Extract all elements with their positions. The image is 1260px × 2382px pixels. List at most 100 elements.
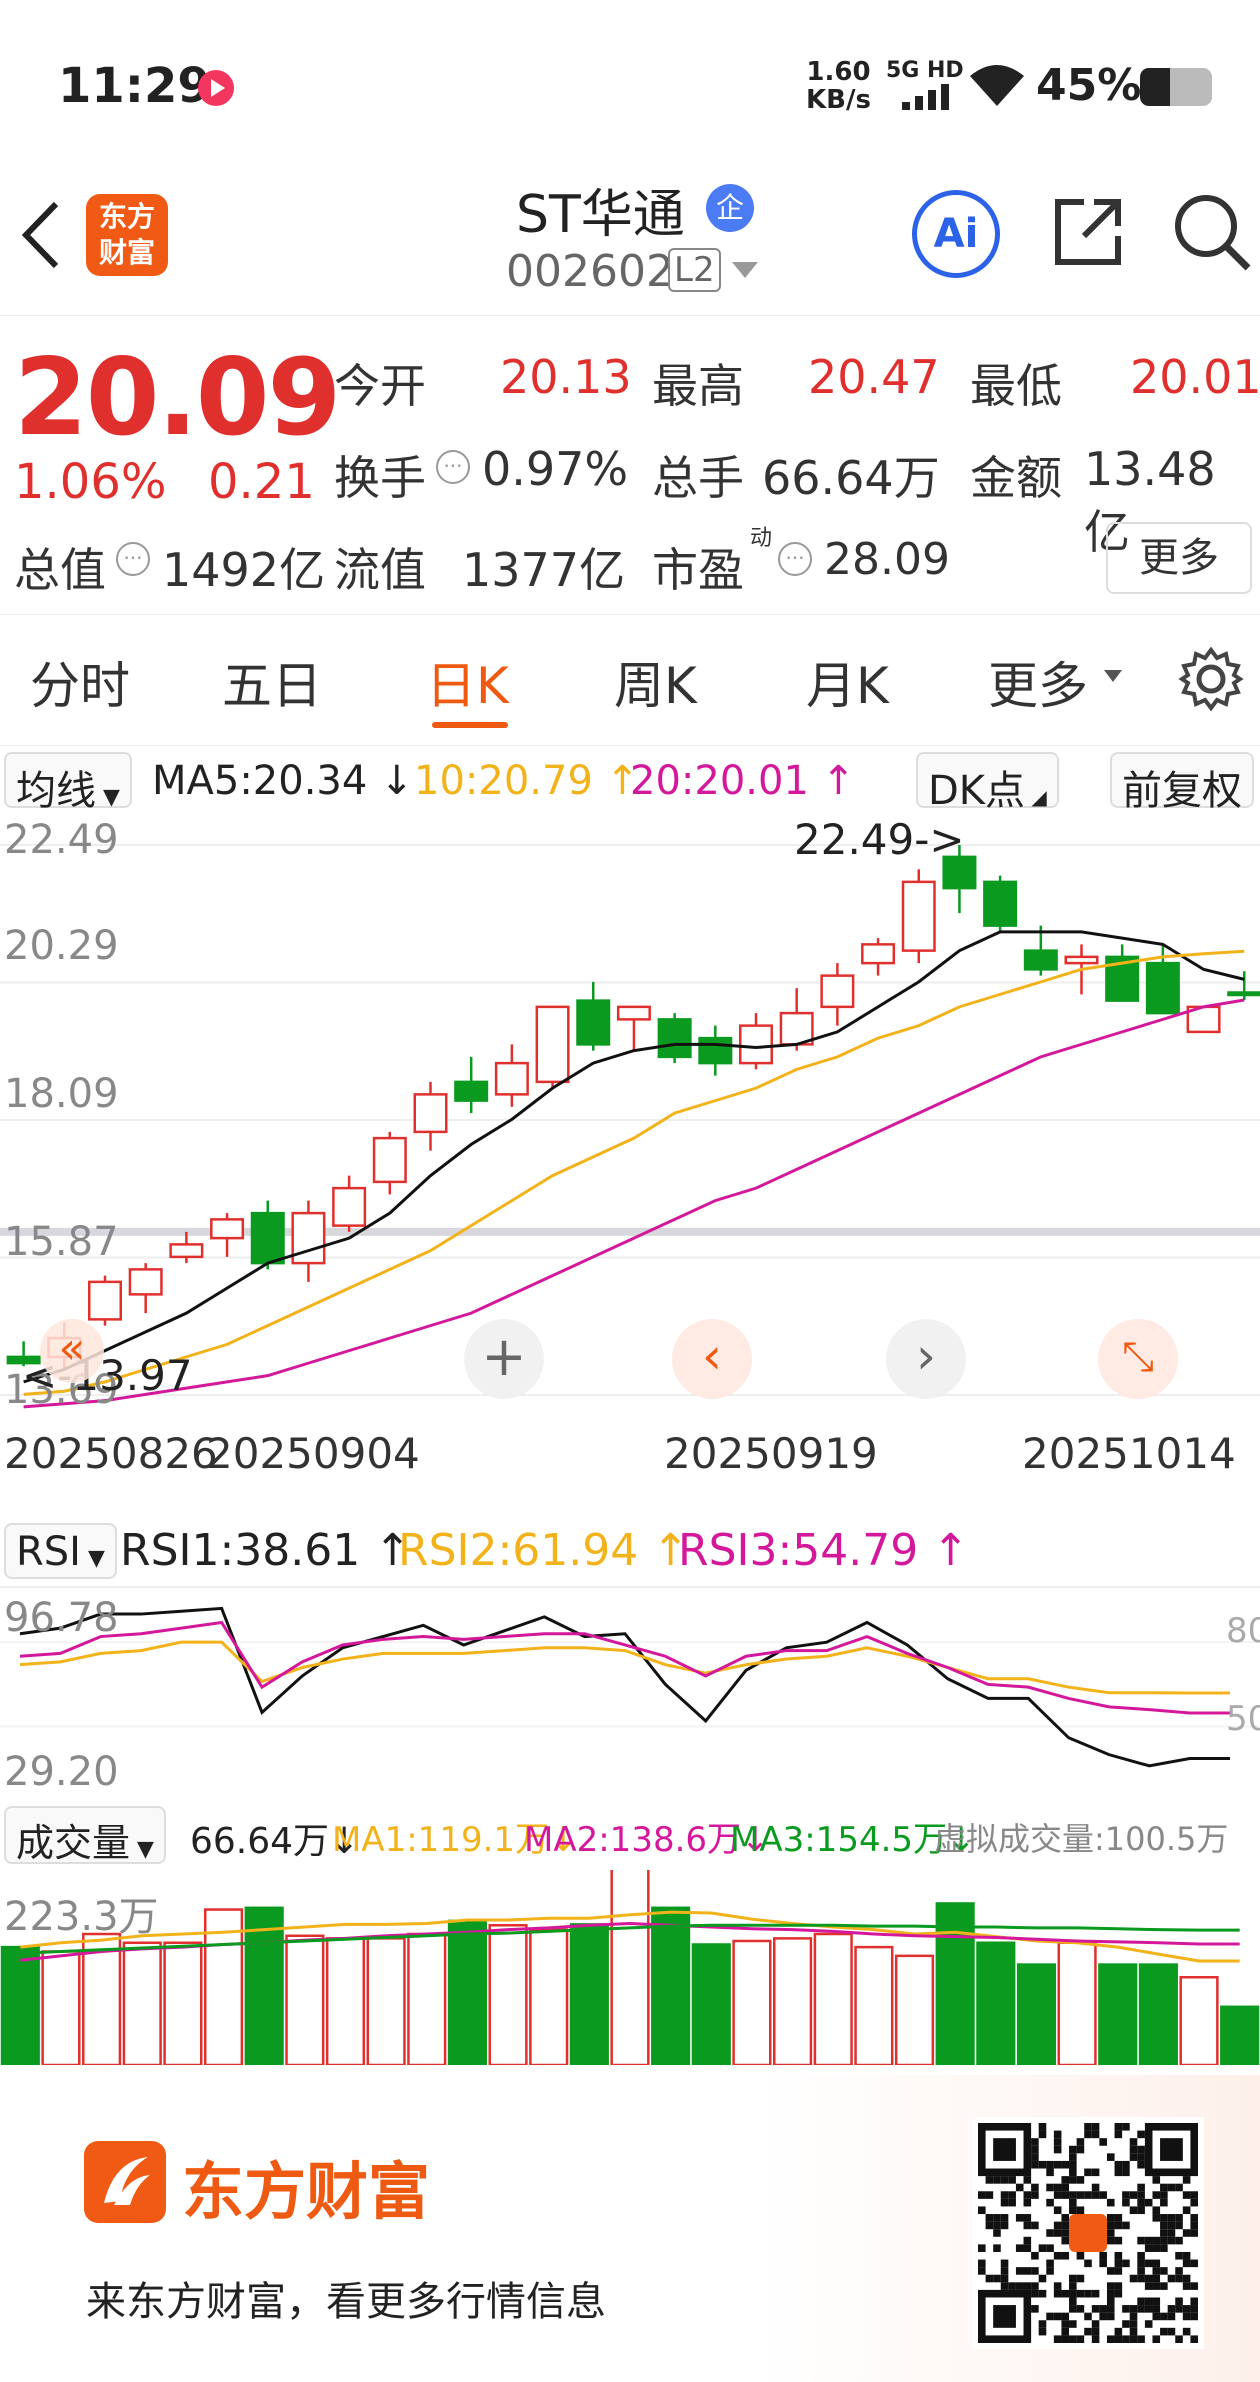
low-label: 最低: [970, 359, 1062, 413]
qr-module: [1152, 2259, 1161, 2268]
quote-panel: 20.09 1.06% 0.21 今开 20.13 最高 20.47 最低 20…: [0, 315, 1260, 615]
back-arrow-icon[interactable]: [18, 200, 62, 270]
candle-body: [983, 880, 1018, 927]
chevron-down-icon[interactable]: [732, 262, 758, 278]
volume-chart[interactable]: 223.3万: [0, 1867, 1260, 2067]
qr-module: [1084, 2168, 1092, 2177]
qr-module: [1137, 2183, 1145, 2192]
qr-module: [1129, 2305, 1138, 2313]
qr-module: [1137, 2259, 1145, 2268]
ma-line-MA5: [23, 930, 1245, 1384]
qr-module: [1053, 2183, 1062, 2192]
rsi-legend: RSI ▼ RSI1:38.61 ↑ RSI2:61.94 ↑ RSI3:54.…: [0, 1515, 1260, 1585]
rsi-ref-80: 80: [1226, 1611, 1260, 1651]
qr-module: [1182, 2229, 1191, 2237]
qr-module: [1046, 2312, 1054, 2321]
qr-module: [1137, 2305, 1145, 2313]
date-label: 20250919: [664, 1429, 878, 1478]
indicator-selector[interactable]: 均线 ▼: [4, 752, 132, 814]
level2-badge[interactable]: L2: [668, 248, 721, 292]
qr-module: [1069, 2206, 1077, 2215]
gear-icon[interactable]: [1178, 646, 1244, 712]
app-logo[interactable]: 东方 财富: [86, 194, 168, 276]
qr-module: [1114, 2168, 1123, 2177]
qr-module: [985, 2214, 994, 2222]
qr-module: [1023, 2176, 1032, 2184]
tab-intraday[interactable]: 分时: [30, 646, 130, 718]
ma5-value: MA5:20.34: [152, 758, 368, 804]
zoom-in-button[interactable]: +: [464, 1319, 544, 1399]
candle-body: [250, 1211, 285, 1265]
qr-module: [1144, 2244, 1153, 2252]
promo-footer: 东方财富 来东方财富，看更多行情信息: [0, 2075, 1260, 2382]
scroll-left-button[interactable]: ‹: [672, 1319, 752, 1399]
scroll-right-button[interactable]: ›: [886, 1319, 966, 1399]
search-icon[interactable]: [1172, 192, 1252, 272]
kline-chart[interactable]: 22.49 20.29 18.09 15.87 13.69 22.49-> <-…: [0, 815, 1260, 1415]
tab-more[interactable]: 更多: [988, 646, 1088, 718]
qr-module: [1137, 2206, 1145, 2215]
rsi-chart[interactable]: 96.78 29.20 80 50: [0, 1585, 1260, 1795]
more-button[interactable]: 更多: [1106, 522, 1252, 594]
volume-ma1: MA1:119.1万: [332, 1820, 550, 1860]
chevron-down-icon[interactable]: [1104, 670, 1122, 682]
qr-module: [1046, 2198, 1054, 2207]
info-icon[interactable]: ···: [436, 450, 470, 484]
qr-module: [1053, 2221, 1062, 2230]
kline-svg: [0, 844, 1260, 1409]
rsi-selector[interactable]: RSI ▼: [4, 1523, 117, 1579]
share-icon[interactable]: [1050, 194, 1126, 270]
date-label: 20250826: [4, 1429, 218, 1478]
qr-module: [1160, 2267, 1168, 2275]
qr-module: [985, 2191, 994, 2199]
high-label: 最高: [652, 359, 744, 413]
volume-bar: [1057, 1941, 1097, 2067]
qr-module: [1182, 2176, 1191, 2184]
qr-module: [1106, 2305, 1115, 2313]
signal-icon: [902, 82, 952, 110]
change-amount: 0.21: [208, 454, 315, 510]
qr-module: [1114, 2335, 1123, 2343]
qr-module: [985, 2176, 994, 2184]
qr-module: [1023, 2191, 1032, 2199]
brand-logo-icon: [84, 2141, 166, 2223]
ai-assistant-button[interactable]: Ai: [912, 190, 1000, 278]
candle-body: [616, 1005, 651, 1021]
volume-bar: [163, 1941, 203, 2067]
qr-code[interactable]: [972, 2117, 1204, 2349]
info-icon[interactable]: ···: [778, 542, 812, 576]
qr-module: [1076, 2335, 1085, 2343]
qr-module: [1190, 2312, 1198, 2321]
dk-point-button[interactable]: DK点 ◢: [916, 752, 1059, 814]
volume-bar: [0, 1945, 40, 2067]
qr-module: [1182, 2312, 1191, 2321]
tab-daily-k[interactable]: 日K: [426, 646, 509, 718]
tab-weekly-k[interactable]: 周K: [614, 646, 697, 718]
qr-module: [1008, 2282, 1016, 2290]
tab-five-day[interactable]: 五日: [222, 646, 322, 718]
qr-module: [1175, 2221, 1183, 2230]
qr-module: [1000, 2198, 1009, 2207]
qr-module: [1114, 2282, 1123, 2290]
qr-module: [1167, 2221, 1176, 2230]
stock-name: ST华通: [516, 185, 685, 245]
volume-selector[interactable]: 成交量 ▼: [4, 1806, 166, 1865]
qr-module: [1091, 2335, 1100, 2343]
qr-module: [1137, 2145, 1145, 2154]
qr-module: [1038, 2274, 1047, 2283]
volume-bar: [285, 1934, 325, 2067]
info-icon[interactable]: ···: [116, 542, 150, 576]
scroll-left-double-icon[interactable]: «: [40, 1319, 104, 1383]
fullscreen-button[interactable]: ⤡: [1098, 1319, 1178, 1399]
qr-module: [1190, 2297, 1198, 2306]
rsi-svg: [0, 1586, 1260, 1768]
qr-module: [1000, 2191, 1009, 2199]
qr-module: [1129, 2145, 1138, 2154]
qr-module: [1076, 2191, 1085, 2199]
qr-module: [1160, 2198, 1168, 2207]
volume-value: 66.64万: [190, 1821, 330, 1862]
adjust-button[interactable]: 前复权: [1110, 752, 1254, 814]
qr-module: [1099, 2191, 1107, 2199]
qr-module: [1160, 2312, 1168, 2321]
tab-monthly-k[interactable]: 月K: [806, 646, 889, 718]
